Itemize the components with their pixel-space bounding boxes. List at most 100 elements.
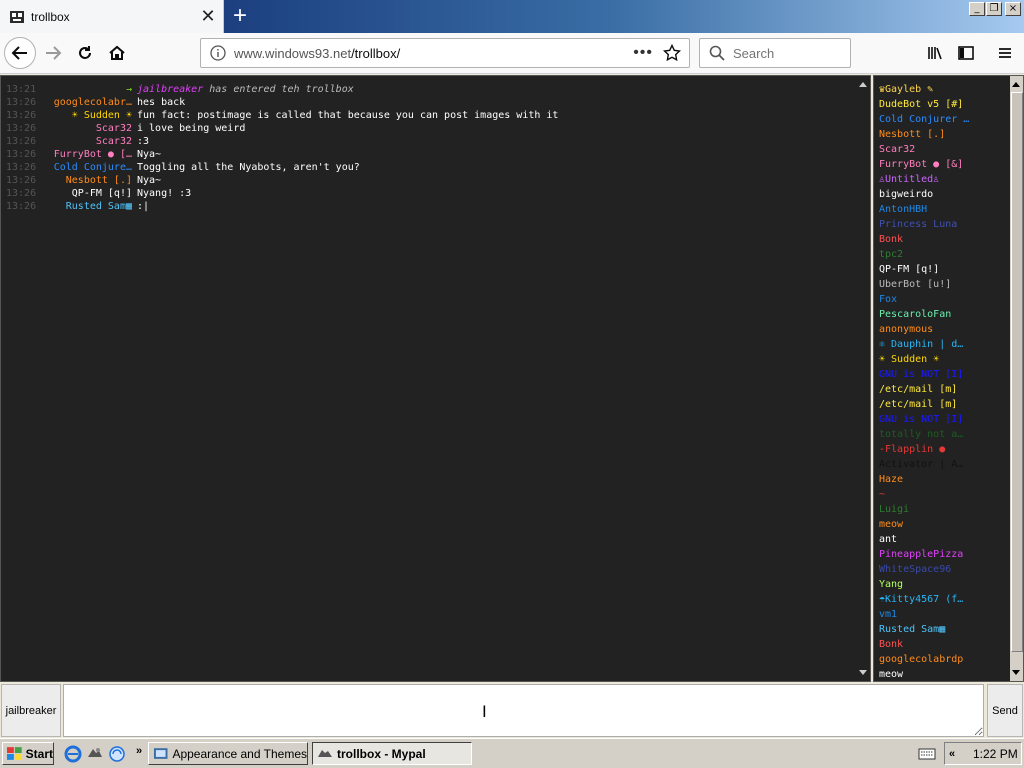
message-nick[interactable]: Rusted Sam▦ [46,200,132,213]
user-list-item[interactable]: Princess Luna [879,217,1007,232]
bookmark-star-icon[interactable] [663,44,681,62]
reload-button[interactable] [70,38,100,68]
scroll-down-icon[interactable] [1012,670,1020,675]
user-list-item[interactable]: PescaroloFan [879,307,1007,322]
menu-button[interactable] [990,38,1020,68]
navigation-toolbar: www.windows93.net/trollbox/ ••• Search [0,33,1024,74]
tray-expand-icon[interactable]: « [945,748,959,760]
user-list-item[interactable]: bigweirdo [879,187,1007,202]
message-nick[interactable]: googlecolabr… [46,96,132,109]
internet-explorer-icon[interactable] [64,745,82,763]
message-nick[interactable]: Scar32 [46,135,132,148]
user-list-item[interactable]: Rusted Sam▦ [879,622,1007,637]
user-list-item[interactable]: ☂Kitty4567 (f… [879,592,1007,607]
user-list-item[interactable]: tpc2 [879,247,1007,262]
minimize-button[interactable]: _ [969,2,985,16]
tab-strip: trollbox ✕ + _ ❐ × [0,0,1024,33]
user-list-item[interactable]: /etc/mail [m] [879,382,1007,397]
user-list-item[interactable]: ☀ Sudden ☀ [879,352,1007,367]
message-nick[interactable]: Nesbott [.] [46,174,132,187]
sidebar-button[interactable] [951,38,981,68]
chat-scrollbar[interactable] [857,76,870,681]
user-list-item[interactable]: Bonk [879,232,1007,247]
back-button[interactable] [4,37,36,69]
user-list-item[interactable]: Fox [879,292,1007,307]
message-nick[interactable]: FurryBot ● [… [46,148,132,161]
user-list-item[interactable]: FurryBot ● [&] [879,157,1007,172]
message-nick[interactable]: ☀ Sudden ☀ [46,109,132,122]
message-nick[interactable]: QP-FM [q!] [46,187,132,200]
user-list-item[interactable]: vm1 [879,607,1007,622]
url-bar[interactable]: www.windows93.net/trollbox/ ••• [200,38,690,68]
page-actions-menu-icon[interactable]: ••• [633,44,653,62]
home-icon [109,45,125,60]
library-button[interactable] [920,38,950,68]
message-timestamp: 13:26 [6,97,37,108]
send-button[interactable]: Send [987,684,1023,737]
user-list-item[interactable]: Yang [879,577,1007,592]
task-trollbox-mypal[interactable]: trollbox - Mypal [312,742,472,765]
user-list-item[interactable]: Bonk [879,637,1007,652]
scroll-up-icon[interactable] [1012,82,1020,87]
scroll-up-icon[interactable] [859,82,867,87]
message-timestamp: 13:26 [6,110,37,121]
user-list-item[interactable]: UberBot [u!] [879,277,1007,292]
chat-messages[interactable]: 13:21 → jailbreaker has entered teh trollb… [0,75,871,682]
search-bar[interactable]: Search [699,38,851,68]
close-window-button[interactable]: × [1005,2,1021,16]
user-list-item[interactable]: ~ [879,487,1007,502]
user-list-item[interactable]: QP-FM [q!] [879,262,1007,277]
user-list-item[interactable]: Cold Conjurer … [879,112,1007,127]
user-list-item[interactable]: ♙Untitled♙ [879,172,1007,187]
keyboard-icon[interactable] [918,747,936,761]
user-list-item[interactable]: Scar32 [879,142,1007,157]
user-list-item[interactable]: totally not a… [879,427,1007,442]
user-list-item[interactable]: ⚛ Dauphin | d… [879,337,1007,352]
user-list-item[interactable]: Haze [879,472,1007,487]
user-list-item[interactable]: ♛Gayleb ✎ [879,82,1007,97]
user-list-item[interactable]: GNU is NOT [I] [879,412,1007,427]
new-tab-button[interactable]: + [226,2,254,30]
nickname-button[interactable]: jailbreaker [1,684,61,737]
desktop-icon[interactable] [108,745,126,763]
user-list-item[interactable]: Luigi [879,502,1007,517]
message-text: :3 [137,136,150,147]
task-appearance-and-themes[interactable]: Appearance and Themes [148,742,308,765]
mypal-browser-icon[interactable] [86,745,104,763]
message-text: jailbreaker has entered teh trollbox [137,84,354,95]
user-list-item[interactable]: meow [879,667,1007,681]
restore-button[interactable]: ❐ [986,2,1002,16]
tab-trollbox[interactable]: trollbox ✕ [0,0,224,33]
scrollbar-thumb[interactable] [1011,92,1023,652]
user-list-item[interactable]: Nesbott [.] [879,127,1007,142]
quick-launch-more[interactable]: » [136,745,142,757]
home-button[interactable] [102,38,132,68]
user-list-item[interactable]: anonymous [879,322,1007,337]
user-list-item[interactable]: PineapplePizza [879,547,1007,562]
user-list-item[interactable]: Activator | A… [879,457,1007,472]
user-list-item[interactable]: googlecolabrdp [879,652,1007,667]
message-input[interactable] [63,684,984,737]
message-nick[interactable]: Cold Conjure… [46,161,132,174]
message-nick[interactable]: Scar32 [46,122,132,135]
scroll-down-icon[interactable] [859,670,867,675]
clock[interactable]: 1:22 PM [973,747,1018,761]
input-row: jailbreaker I Send [0,682,1024,738]
user-list-item[interactable]: AntonHBH [879,202,1007,217]
task-label: Appearance and Themes [172,746,307,761]
start-button[interactable]: Start [2,742,54,765]
user-list-item[interactable]: meow [879,517,1007,532]
user-list-item[interactable]: DudeBot v5 [#] [879,97,1007,112]
user-list-item[interactable]: GNU is NOT [I] [879,367,1007,382]
url-text[interactable]: www.windows93.net/trollbox/ [234,46,633,61]
info-icon[interactable] [210,45,226,61]
user-list-item[interactable]: -Flapplin ● [879,442,1007,457]
close-tab-icon[interactable]: ✕ [197,6,219,28]
user-list-item[interactable]: ant [879,532,1007,547]
forward-button[interactable] [38,38,68,68]
user-list-scrollbar[interactable] [1010,76,1023,681]
user-list-item[interactable]: WhiteSpace96 [879,562,1007,577]
message-nick[interactable]: → [46,83,132,96]
user-list-item[interactable]: /etc/mail [m] [879,397,1007,412]
trollbox-favicon-icon [10,10,24,23]
